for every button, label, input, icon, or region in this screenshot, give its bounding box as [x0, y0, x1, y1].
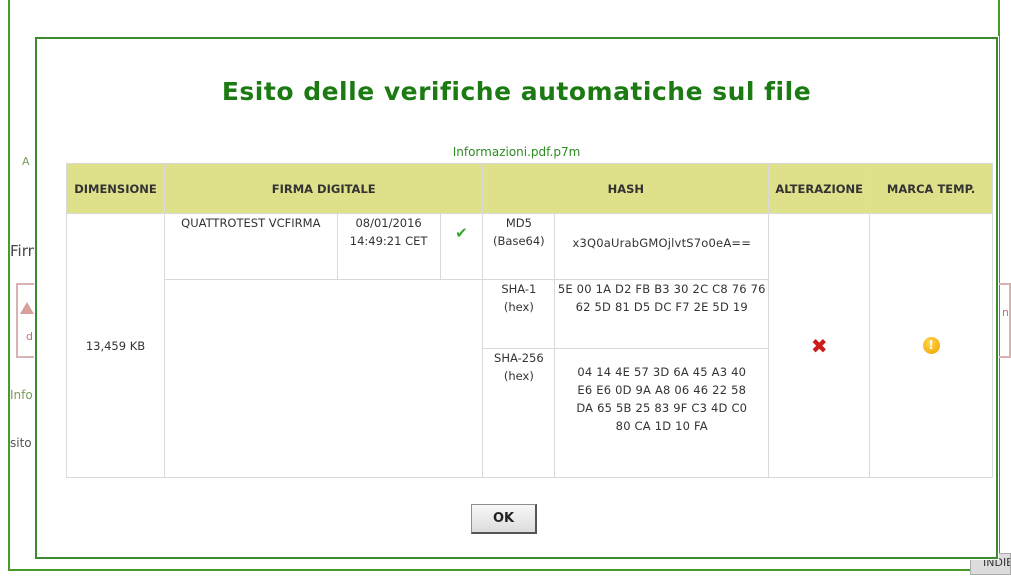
background-alert-box — [16, 283, 36, 358]
hash-algorithm-name: MD5 — [505, 216, 532, 230]
hash-encoding: (hex) — [503, 369, 534, 383]
file-name: Informazioni.pdf.p7m — [452, 145, 581, 159]
background-text-fragment: sito — [10, 436, 32, 450]
background-heading-fragment: Firm — [10, 242, 34, 260]
hash-encoding: (hex) — [503, 300, 534, 314]
hash-value-sha1: 5E 00 1A D2 FB B3 30 2C C8 76 76 62 5D 8… — [554, 279, 770, 349]
hash-algorithm-name: SHA-256 — [494, 351, 544, 365]
header-alterazione: ALTERAZIONE — [768, 163, 871, 214]
background-alert-text-right: n — [1002, 306, 1009, 319]
header-hash: HASH — [482, 163, 770, 214]
warning-icon: ! — [922, 337, 940, 354]
verification-table: DIMENSIONE FIRMA DIGITALE HASH ALTERAZIO… — [66, 163, 993, 478]
signature-time: 14:49:21 CET — [349, 234, 428, 248]
table-header-row: DIMENSIONE FIRMA DIGITALE HASH ALTERAZIO… — [66, 163, 993, 214]
marca-temp-cell: ! — [869, 213, 993, 478]
empty-signature-cell — [163, 279, 484, 478]
signature-date: 08/01/2016 — [355, 216, 422, 230]
signer-name: QUATTROTEST VCFIRMA — [163, 213, 338, 280]
table-row: 13,459 KB QUATTROTEST VCFIRMA 08/01/2016… — [66, 213, 993, 478]
background-alert-box-right — [997, 283, 1011, 358]
hash-algorithm-sha1: SHA-1 (hex) — [482, 279, 556, 349]
background-text-fragment: Info — [10, 388, 33, 402]
background-text-fragment: A — [22, 155, 30, 168]
ok-button[interactable]: OK — [471, 504, 537, 534]
header-dimensione: DIMENSIONE — [66, 163, 165, 214]
check-icon: ✔ — [455, 224, 468, 242]
hash-encoding: (Base64) — [493, 234, 545, 248]
dialog-title: Esito delle verifiche automatiche sul fi… — [221, 77, 812, 106]
hash-algorithm-name: SHA-1 — [501, 282, 537, 296]
warning-triangle-icon — [20, 302, 34, 314]
alterazione-cell: ✖ — [768, 213, 871, 478]
hash-value-md5: x3Q0aUrabGMOjlvtS7o0eA== — [554, 213, 770, 280]
file-size: 13,459 KB — [66, 213, 165, 478]
hash-algorithm-md5: MD5 (Base64) — [482, 213, 556, 280]
signature-status-cell: ✔ — [439, 213, 484, 280]
header-marca-temp: MARCA TEMP. — [869, 163, 993, 214]
header-firma-digitale: FIRMA DIGITALE — [163, 163, 484, 214]
x-icon: ✖ — [810, 333, 828, 358]
signature-datetime: 08/01/2016 14:49:21 CET — [336, 213, 441, 280]
hash-algorithm-sha256: SHA-256 (hex) — [482, 348, 556, 478]
hash-value-sha256: 04 14 4E 57 3D 6A 45 A3 40 E6 E6 0D 9A A… — [554, 348, 770, 478]
verification-dialog: Esito delle verifiche automatiche sul fi… — [35, 37, 998, 559]
